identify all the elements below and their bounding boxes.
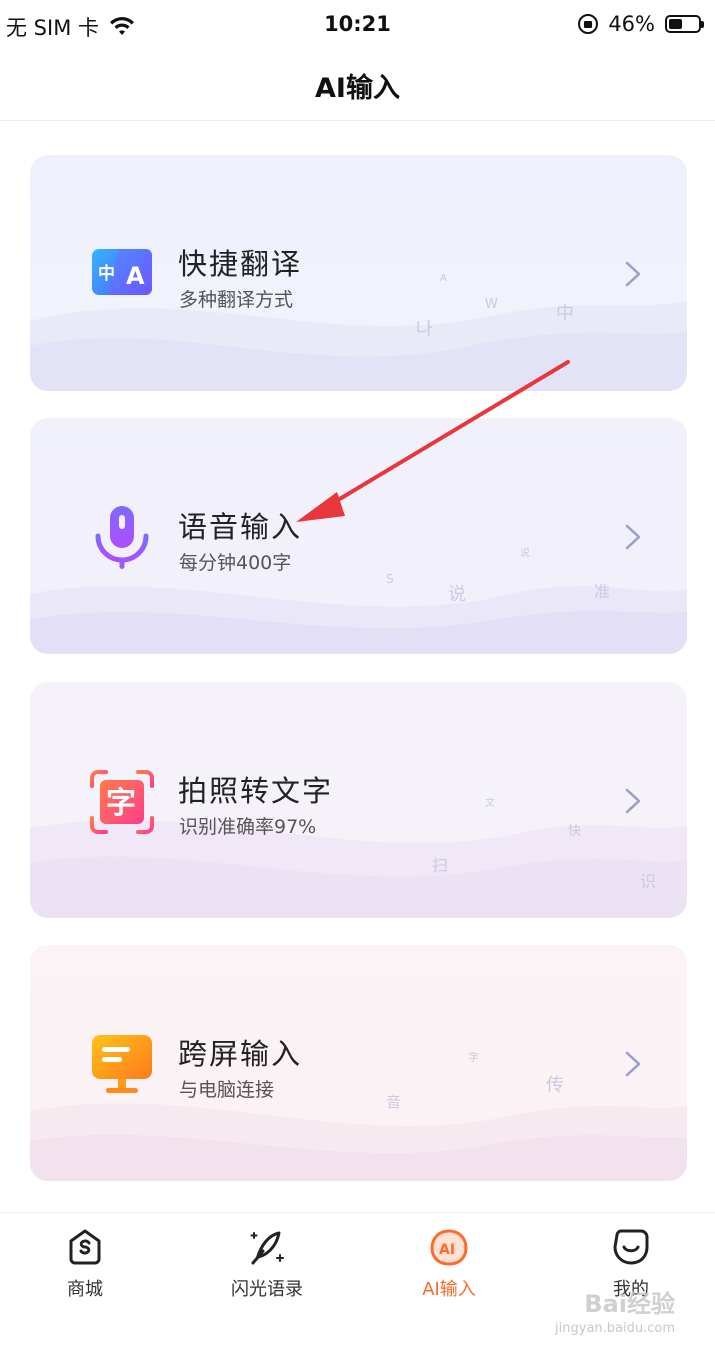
svg-text:中: 中 [98,263,115,284]
tab-bar: 商城 闪光语录 AI AI输入 我的 Bai经验 jingyan.baidu.c… [0,1212,715,1355]
deco-glyph: 音 [386,1093,402,1111]
profile-icon [613,1229,649,1265]
deco-glyph: W [485,297,498,312]
monitor-icon [92,1035,152,1093]
tab-ai-input[interactable]: AI AI输入 [389,1227,509,1301]
deco-glyph: A [440,273,447,284]
deco-glyph: 文 [485,798,495,809]
svg-text:A: A [126,262,145,290]
tab-label: 商城 [67,1279,103,1300]
watermark-text: Bai经验 [584,1290,675,1318]
deco-glyph: 传 [546,1075,564,1096]
chevron-right-icon [625,261,641,287]
watermark-subtext: jingyan.baidu.com [555,1321,675,1336]
nav-bar: AI输入 [0,52,715,121]
translate-icon: 中 A [92,249,152,295]
status-right: 46% [578,12,704,36]
store-icon [69,1229,101,1265]
status-bar: 无 SIM 卡 10:21 46% [0,0,715,52]
battery-icon [665,15,704,33]
card-quick-translate[interactable]: A W 中 나 中 A 快捷翻译 多种翻译方式 [30,155,687,391]
microphone-icon [95,506,149,569]
deco-glyph: 说 [520,548,530,559]
quill-icon [250,1231,284,1265]
card-cross-screen-input[interactable]: 字 传 音 跨屏输入 与电脑连接 [30,945,687,1181]
deco-glyph: 字 [468,1051,479,1064]
rotation-lock-icon [578,14,599,34]
svg-text:AI: AI [439,1242,455,1258]
scan-text-icon: 字 [90,770,154,834]
deco-glyph: 快 [568,824,582,839]
tab-label: 闪光语录 [231,1279,303,1300]
battery-fill [669,19,682,29]
card-title: 快捷翻译 [178,247,303,281]
card-photo-to-text[interactable]: 文 快 扫 识 字 拍照转文字 识别准确率97% [30,682,687,918]
tab-quotes[interactable]: 闪光语录 [207,1227,327,1301]
tab-label: AI输入 [422,1279,476,1300]
card-title: 拍照转文字 [178,774,334,808]
card-title: 语音输入 [178,510,303,544]
svg-text:字: 字 [106,786,136,821]
card-subtitle: 与电脑连接 [179,1079,275,1101]
chevron-right-icon [625,1051,641,1077]
deco-glyph: 准 [594,582,611,601]
deco-glyph: 说 [448,584,466,605]
deco-glyph: S [386,572,394,586]
chevron-right-icon [625,788,641,814]
ai-icon: AI [430,1229,468,1266]
battery-percent: 46% [608,12,655,36]
deco-glyph: 中 [556,303,574,324]
card-voice-input[interactable]: 说 S 说 准 语音输入 每分钟400字 [30,418,687,654]
card-subtitle: 多种翻译方式 [179,289,294,311]
deco-glyph: 识 [640,872,657,891]
card-title: 跨屏输入 [178,1037,303,1071]
page-title: AI输入 [315,73,400,104]
card-subtitle: 识别准确率97% [179,816,317,838]
chevron-right-icon [625,524,641,550]
card-subtitle: 每分钟400字 [179,552,292,574]
deco-glyph: 나 [416,319,433,340]
tab-store[interactable]: 商城 [25,1227,145,1301]
deco-glyph: 扫 [432,856,449,875]
